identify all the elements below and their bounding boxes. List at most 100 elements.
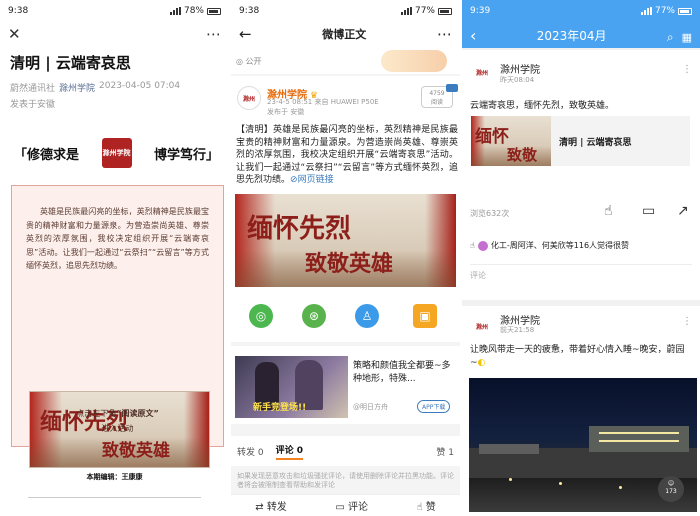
- more-icon[interactable]: ⋯: [206, 25, 221, 43]
- account-link[interactable]: 滁州学院: [59, 81, 95, 94]
- comment-button[interactable]: ▭ 评论: [335, 498, 368, 513]
- status-time: 9:38: [239, 6, 260, 16]
- comment-label: 评论: [347, 502, 368, 513]
- decoration-sticker: [381, 50, 447, 72]
- avatar[interactable]: 滁州: [470, 314, 494, 338]
- battery-icon: [678, 7, 692, 15]
- ad-card[interactable]: 新手竞登场!! 策略和颜值我全都要~多种地形，特殊... @明日方舟 APP下载: [231, 346, 460, 424]
- ad-image: 新手竞登场!!: [235, 356, 348, 418]
- month-title: 2023年04月: [536, 28, 607, 43]
- tab-repost[interactable]: 转发 0: [237, 445, 264, 458]
- author-name[interactable]: 滁州学院: [500, 61, 540, 76]
- nav-title: 微博正文: [322, 28, 367, 41]
- like-button[interactable]: ☝ 赞: [416, 498, 435, 513]
- tab-comment[interactable]: 评论 0: [275, 443, 303, 460]
- link-thumbnail: 缅怀 致敬: [471, 116, 551, 166]
- weibo-timeline-panel: 9:39 77% ‹ 2023年04月 ⌕ ▦ 滁州 滁州学院 昨天08:04 ⋮…: [462, 0, 700, 516]
- post-text: 【清明】英雄是民族最闪亮的坐标，英烈精神是民族最宝贵的精神财富和力量源泉。为营造…: [236, 124, 458, 187]
- ad-source: @明日方舟: [353, 403, 388, 411]
- web-link-text: 网页链接: [297, 175, 334, 185]
- more-icon[interactable]: ⋯: [437, 25, 452, 43]
- article-source: 蔚然通讯社: [10, 84, 56, 94]
- comment-icon[interactable]: ▭: [642, 203, 655, 219]
- comment-input[interactable]: 评论: [470, 264, 692, 286]
- save-image-icon[interactable]: ▣: [413, 304, 437, 328]
- back-arrow-icon[interactable]: ←: [239, 25, 252, 43]
- cta-suffix: 进入活动: [101, 424, 134, 433]
- repost-button[interactable]: ⇄ 转发: [255, 498, 287, 513]
- avatar[interactable]: 滁州: [470, 60, 494, 84]
- cta-prefix: 点击左下角: [76, 409, 117, 418]
- battery-level: 77%: [654, 6, 675, 16]
- motto-banner: 「修德求是 滁州学院 博学笃行」: [14, 135, 219, 171]
- status-bar: 9:38 77%: [231, 0, 460, 22]
- screenshot-collage: 9:38 78% ✕ ⋯ 清明 | 云端寄哀思 蔚然通讯社 滁州学院 2023-04…: [0, 0, 700, 516]
- wechat-share-icon[interactable]: ◎: [249, 304, 273, 328]
- status-time: 9:38: [8, 6, 29, 16]
- views-unit: 阅读: [430, 99, 443, 106]
- timeline-header: 9:39 77% ‹ 2023年04月 ⌕ ▦: [462, 0, 700, 48]
- bubble-face-icon: ☺: [667, 480, 675, 487]
- battery-icon: [207, 7, 221, 15]
- battery-icon: [438, 7, 452, 15]
- likes-text: 化工-周阿洋、何美欣等116人觉得很赞: [490, 241, 630, 250]
- liker-avatar: [477, 240, 488, 251]
- globe-icon: ◎: [236, 57, 246, 66]
- motto-left: 「修德求是: [14, 147, 80, 163]
- like-label: 赞: [425, 502, 436, 513]
- divider: [28, 497, 201, 498]
- floating-bubble-icon[interactable]: ☺ 173: [658, 476, 684, 502]
- comment-notice: 如果发现恶意攻击和垃圾骚扰评论，请使用删除评论并拉黑功能。评论者将会被限制查看帮…: [231, 468, 460, 492]
- moon-emoji-icon: ◐: [477, 358, 486, 368]
- tab-like[interactable]: 赞 1: [436, 445, 454, 458]
- post-body: 滁州 滁州学院 ♛ 23-4-5 08:51 来自 HUAWEI P50E 发布…: [231, 76, 460, 342]
- search-icon[interactable]: ⌕: [667, 30, 674, 45]
- more-icon[interactable]: ⋮: [682, 64, 692, 75]
- moments-share-icon[interactable]: ⊛: [302, 304, 326, 328]
- post-location: 发布于 安徽: [267, 108, 305, 116]
- article-link-card[interactable]: 缅怀 致敬 清明 | 云端寄哀思: [471, 116, 690, 166]
- view-count: 浏览632次: [470, 209, 510, 218]
- thumbs-up-icon[interactable]: ☝: [604, 203, 613, 219]
- article-title: 清明 | 云端寄哀思: [10, 54, 131, 72]
- school-seal: 滁州学院: [101, 138, 132, 168]
- thumbs-up-icon: ☝: [416, 502, 426, 513]
- post-text: 让晚风带走一天的疲惫，带着好心情入睡~晚安，蔚园~◐: [470, 344, 692, 370]
- calendar-icon[interactable]: ▦: [682, 31, 692, 44]
- post-time: 昨天08:04: [500, 76, 535, 84]
- like-small-icon: ☝: [470, 241, 475, 250]
- ad-banner-text: 新手竞登场!!: [253, 403, 307, 413]
- battery-level: 78%: [183, 6, 204, 16]
- app-download-button[interactable]: APP下载: [417, 400, 451, 413]
- share-icon[interactable]: ↗: [677, 203, 689, 219]
- avatar[interactable]: 滁州: [237, 86, 261, 110]
- article-date: 2023-04-05 07:04: [99, 81, 181, 91]
- bottom-action-bar: ⇄ 转发 ▭ 评论 ☝ 赞: [231, 494, 460, 516]
- poster-line1: 缅怀先烈: [247, 214, 352, 244]
- weibo-detail-panel: 9:38 77% ← 微博正文 ⋯ ◎ 公开 滁州 滁州学院 ♛ 23-4-5 …: [231, 0, 460, 516]
- signal-icon: [169, 7, 181, 15]
- poster-line2: 致敬英雄: [102, 440, 170, 461]
- memorial-poster[interactable]: 缅怀先烈 致敬英雄: [235, 194, 456, 287]
- close-icon[interactable]: ✕: [8, 25, 21, 43]
- post-text: 云端寄哀思，缅怀先烈，致敬英雄。: [470, 101, 615, 111]
- back-chevron-icon[interactable]: ‹: [470, 26, 476, 45]
- bubble-count: 173: [665, 488, 677, 495]
- post-time: 前天21:58: [500, 326, 535, 334]
- thumb-line1: 缅怀: [475, 127, 509, 147]
- motto-right: 博学笃行」: [153, 147, 219, 163]
- more-icon[interactable]: ⋮: [682, 316, 692, 327]
- editor-credit: 本期编辑：王康康: [86, 473, 143, 481]
- article-location: 发表于安徽: [10, 100, 56, 110]
- link-title: 清明 | 云端寄哀思: [559, 137, 632, 148]
- qq-share-icon[interactable]: ♙: [355, 304, 379, 328]
- signal-icon: [640, 7, 652, 15]
- thumb-line2: 致敬: [507, 146, 538, 164]
- timeline-post-1: 滁州 滁州学院 昨天08:04 ⋮ 云端寄哀思，缅怀先烈，致敬英雄。 缅怀 致敬…: [462, 50, 700, 300]
- web-link[interactable]: ⊘网页链接: [290, 175, 334, 185]
- read-original-link[interactable]: “阅读原文”: [116, 409, 159, 418]
- poster-line2: 致敬英雄: [305, 251, 394, 277]
- likes-row: ☝ 化工-周阿洋、何美欣等116人觉得很赞: [470, 240, 629, 251]
- status-time: 9:39: [470, 6, 491, 16]
- visibility-label: ◎ 公开: [236, 56, 262, 67]
